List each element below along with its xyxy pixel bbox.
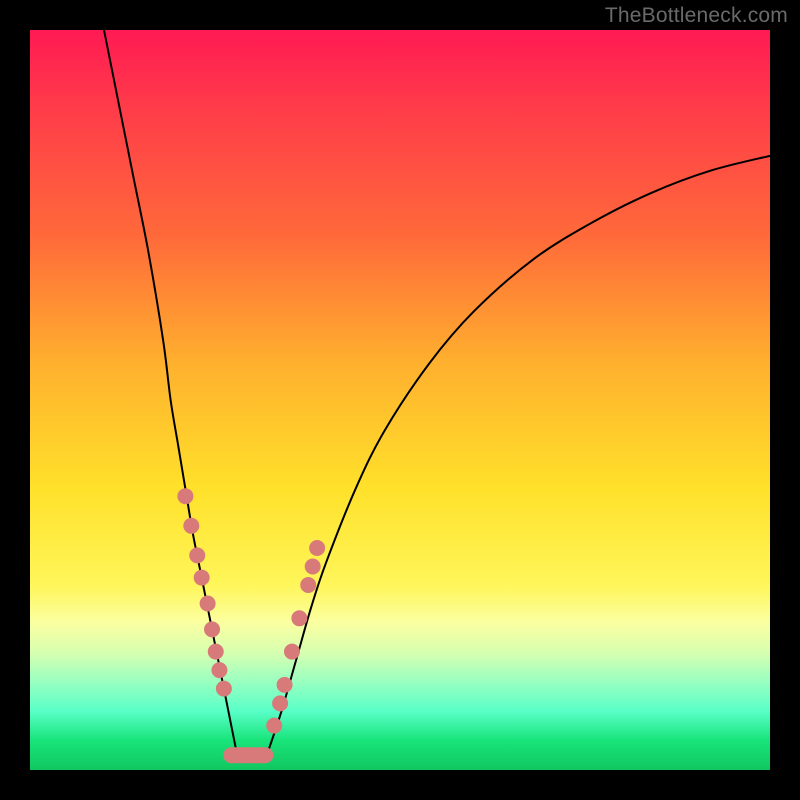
chart-svg [30, 30, 770, 770]
outer-frame: TheBottleneck.com [0, 0, 800, 800]
data-marker [216, 681, 232, 697]
markers-right-group [266, 540, 325, 734]
data-marker [194, 570, 210, 586]
watermark-text: TheBottleneck.com [605, 4, 788, 28]
data-marker [208, 644, 224, 660]
data-marker [291, 610, 307, 626]
markers-trough-group [223, 747, 273, 763]
data-marker [266, 718, 282, 734]
data-marker [272, 695, 288, 711]
data-marker [189, 547, 205, 563]
curve-group [104, 30, 770, 755]
data-marker [200, 596, 216, 612]
data-marker [183, 518, 199, 534]
data-marker [284, 644, 300, 660]
data-marker [177, 488, 193, 504]
right-arm-curve [267, 156, 770, 755]
data-marker [305, 559, 321, 575]
data-marker [211, 662, 227, 678]
data-marker [300, 577, 316, 593]
data-marker [277, 677, 293, 693]
data-marker [204, 621, 220, 637]
plot-area [30, 30, 770, 770]
trough-marker [223, 747, 273, 763]
data-marker [309, 540, 325, 556]
